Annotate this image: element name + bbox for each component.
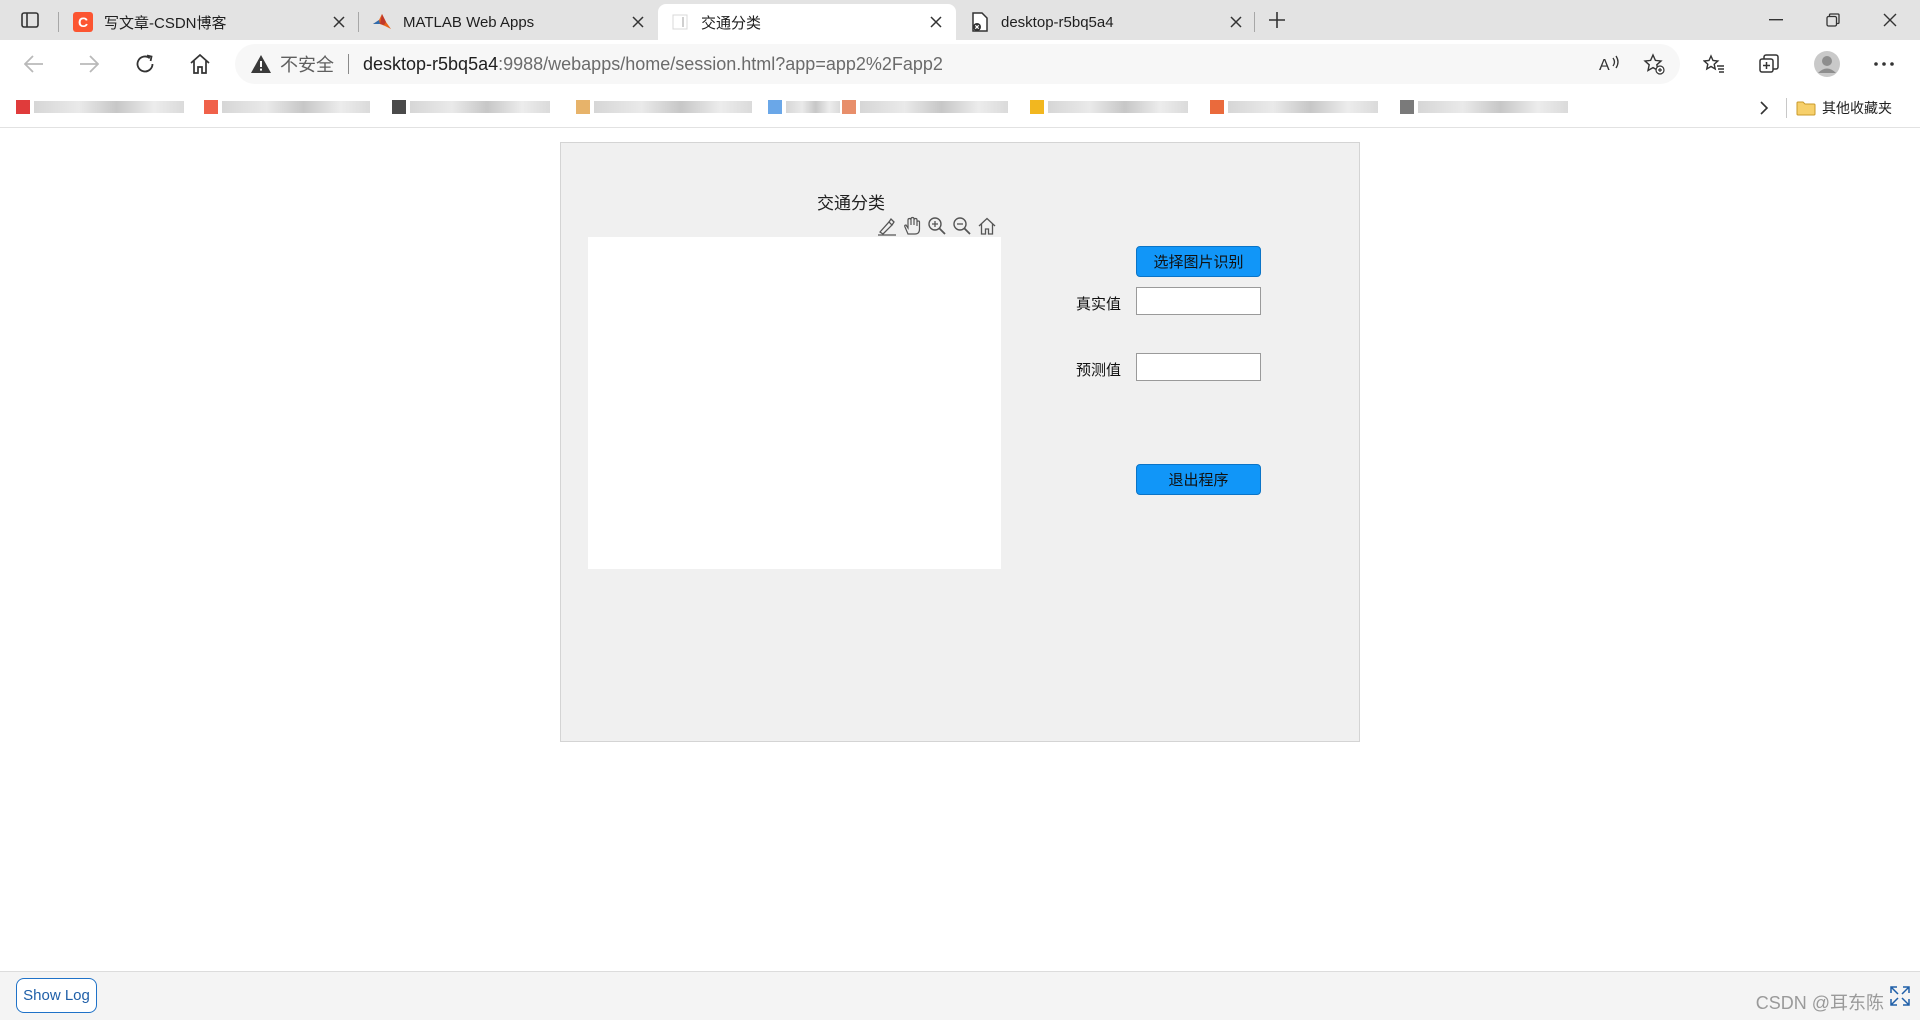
- tab-traffic-classification[interactable]: 交通分类: [658, 4, 956, 40]
- avatar[interactable]: [1810, 48, 1844, 80]
- select-image-button[interactable]: 选择图片识别: [1136, 246, 1261, 277]
- tab-separator: [1254, 12, 1255, 32]
- page-content: 交通分类 选择图片识别 真实值 预测值 退出程序: [0, 129, 1920, 971]
- bookmark-item[interactable]: [1030, 96, 1188, 118]
- new-tab-icon[interactable]: [1265, 8, 1289, 32]
- tab-actions-icon[interactable]: [14, 8, 46, 32]
- svg-text:C: C: [78, 14, 88, 30]
- image-axes: [588, 237, 1001, 569]
- bookmark-label-blurred: [1418, 101, 1568, 113]
- tab-strip: C 写文章-CSDN博客 MATLAB Web Apps 交通分类 deskto…: [0, 0, 1920, 40]
- bookmark-favicon-icon: [1210, 100, 1224, 114]
- minimize-icon[interactable]: [1748, 0, 1804, 40]
- bookmark-item[interactable]: [576, 96, 752, 118]
- forward-arrow-icon[interactable]: [72, 48, 106, 80]
- bookmark-item[interactable]: [1400, 96, 1568, 118]
- close-icon[interactable]: [628, 12, 648, 32]
- tab-title: MATLAB Web Apps: [403, 13, 535, 31]
- bookmark-favicon-icon: [842, 100, 856, 114]
- bookmark-item[interactable]: [768, 96, 840, 118]
- matlab-icon: [372, 12, 392, 32]
- bookmark-label-blurred: [34, 101, 184, 113]
- bookmark-label-blurred: [786, 101, 840, 113]
- bookmark-item[interactable]: [204, 96, 370, 118]
- show-log-button[interactable]: Show Log: [16, 978, 97, 1013]
- brush-icon[interactable]: [876, 215, 898, 237]
- favorites-icon[interactable]: [1697, 48, 1731, 80]
- bookmarks-bar: 其他收藏夹: [0, 88, 1920, 128]
- fullscreen-expand-icon[interactable]: [1888, 984, 1912, 1008]
- bookmark-item[interactable]: [392, 96, 550, 118]
- back-arrow-icon[interactable]: [17, 48, 51, 80]
- other-favorites-folder[interactable]: 其他收藏夹: [1796, 94, 1892, 122]
- svg-text:A: A: [1599, 57, 1610, 74]
- tab-title: 交通分类: [701, 14, 762, 32]
- csdn-icon: C: [73, 12, 93, 32]
- true-value-field[interactable]: [1136, 287, 1261, 315]
- tab-title: 写文章-CSDN博客: [104, 14, 227, 32]
- navigation-toolbar: 不安全 desktop-r5bq5a4:9988/webapps/home/se…: [0, 40, 1920, 88]
- page-error-icon: [970, 12, 990, 32]
- close-icon[interactable]: [926, 12, 946, 32]
- home-icon[interactable]: [183, 48, 217, 80]
- bookmark-favicon-icon: [1030, 100, 1044, 114]
- tab-desktop[interactable]: desktop-r5bq5a4: [958, 4, 1256, 40]
- axes-toolbar: [876, 215, 998, 239]
- zoom-in-icon[interactable]: [926, 215, 948, 237]
- folder-icon: [1796, 101, 1816, 116]
- close-icon[interactable]: [1226, 12, 1246, 32]
- close-icon[interactable]: [329, 12, 349, 32]
- read-aloud-icon[interactable]: A: [1595, 50, 1625, 78]
- other-favorites-label: 其他收藏夹: [1822, 100, 1892, 116]
- more-options-icon[interactable]: [1867, 48, 1901, 80]
- bookmark-label-blurred: [1228, 101, 1378, 113]
- refresh-icon[interactable]: [128, 48, 162, 80]
- tab-matlab-web-apps[interactable]: MATLAB Web Apps: [360, 4, 658, 40]
- browser-window: C 写文章-CSDN博客 MATLAB Web Apps 交通分类 deskto…: [0, 0, 1920, 1020]
- bookmark-label-blurred: [1048, 101, 1188, 113]
- chevron-right-icon[interactable]: [1752, 96, 1776, 120]
- csdn-watermark: CSDN @耳东陈: [1755, 993, 1884, 1013]
- bookmark-favicon-icon: [768, 100, 782, 114]
- bookmark-item[interactable]: [1210, 96, 1378, 118]
- restore-icon[interactable]: [1805, 0, 1861, 40]
- bookmark-favicon-icon: [576, 100, 590, 114]
- url-text[interactable]: desktop-r5bq5a4:9988/webapps/home/sessio…: [363, 54, 943, 75]
- restore-view-home-icon[interactable]: [976, 215, 998, 237]
- bookmark-item[interactable]: [16, 96, 184, 118]
- predicted-value-field[interactable]: [1136, 353, 1261, 381]
- exit-program-button[interactable]: 退出程序: [1136, 464, 1261, 495]
- bookmark-favicon-icon: [1400, 100, 1414, 114]
- bookmark-favicon-icon: [392, 100, 406, 114]
- bookmark-label-blurred: [860, 101, 1008, 113]
- security-status[interactable]: 不安全: [280, 51, 334, 77]
- add-favorite-icon[interactable]: [1639, 50, 1669, 78]
- zoom-out-icon[interactable]: [951, 215, 973, 237]
- url-path: :9988/webapps/home/session.html?app=app2…: [498, 53, 943, 74]
- bookmark-label-blurred: [222, 101, 370, 113]
- bookmark-label-blurred: [410, 101, 550, 113]
- tab-separator: [58, 12, 59, 32]
- divider: [1786, 98, 1787, 118]
- address-bar[interactable]: 不安全 desktop-r5bq5a4:9988/webapps/home/se…: [235, 44, 1680, 84]
- warning-icon[interactable]: [250, 53, 272, 75]
- app-figure: 交通分类 选择图片识别 真实值 预测值 退出程序: [560, 142, 1360, 742]
- collections-icon[interactable]: [1752, 48, 1786, 80]
- bookmark-label-blurred: [594, 101, 752, 113]
- url-host: desktop-r5bq5a4: [363, 53, 499, 74]
- tab-csdn[interactable]: C 写文章-CSDN博客: [61, 4, 359, 40]
- true-value-label: 真实值: [1075, 295, 1121, 313]
- tab-separator: [358, 12, 359, 32]
- blank-page-icon: [670, 12, 690, 32]
- pan-hand-icon[interactable]: [901, 215, 923, 237]
- window-close-icon[interactable]: [1862, 0, 1918, 40]
- bookmark-item[interactable]: [842, 96, 1008, 118]
- axes-title: 交通分类: [817, 194, 885, 213]
- bookmark-favicon-icon: [16, 100, 30, 114]
- tab-title: desktop-r5bq5a4: [1001, 13, 1114, 31]
- bookmark-favicon-icon: [204, 100, 218, 114]
- divider: [348, 54, 349, 74]
- predicted-value-label: 预测值: [1075, 361, 1121, 379]
- web-apps-footer: Show Log CSDN @耳东陈: [0, 971, 1920, 1020]
